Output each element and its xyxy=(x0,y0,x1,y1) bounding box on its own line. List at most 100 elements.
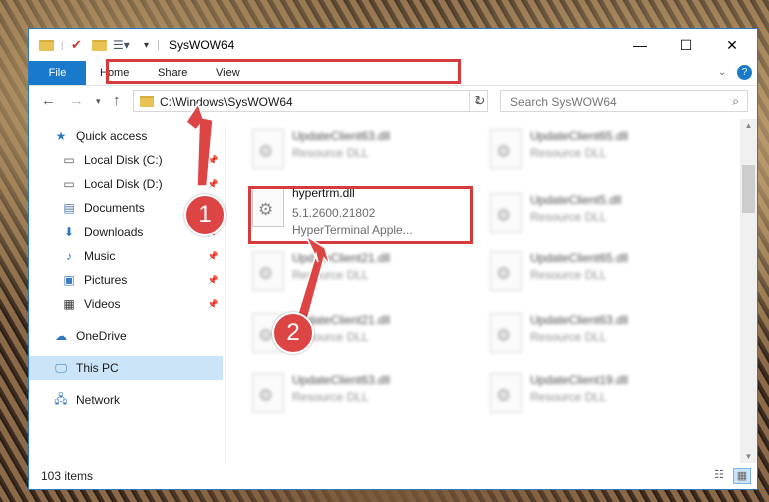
file-name: UpdateClient63.dll xyxy=(292,373,391,387)
list-item[interactable]: UpdateClient65.dll Resource DLL xyxy=(482,246,718,300)
list-item[interactable]: UpdateClient63.dll Resource DLL xyxy=(244,368,480,422)
pictures-icon: ▣ xyxy=(63,273,75,287)
separator-icon: | xyxy=(61,40,64,50)
file-name: UpdateClient65.dll xyxy=(530,251,629,265)
forward-arrow-icon[interactable]: → xyxy=(69,92,84,109)
file-type: Resource DLL xyxy=(530,390,607,404)
sidebar-item-label: Pictures xyxy=(84,273,128,287)
sidebar-item-pictures[interactable]: ▣ Pictures 📌 xyxy=(61,268,223,292)
file-type: Resource DLL xyxy=(292,390,369,404)
details-view-icon[interactable]: ☷ xyxy=(711,468,727,482)
search-placeholder: Search SysWOW64 xyxy=(510,95,617,109)
scroll-down-icon[interactable]: ▼ xyxy=(740,452,757,461)
list-item[interactable]: UpdateClient19.dll Resource DLL xyxy=(482,368,718,422)
chevron-down-icon[interactable]: ⌄ xyxy=(718,61,726,85)
tab-file[interactable]: File xyxy=(29,61,86,85)
dll-file-icon xyxy=(490,373,522,413)
address-path[interactable]: C:\Windows\SysWOW64 xyxy=(160,95,293,109)
help-icon[interactable]: ? xyxy=(737,65,752,80)
file-name: UpdateClient63.dll xyxy=(530,313,629,327)
drive-icon: ▭ xyxy=(63,177,75,191)
pin-icon[interactable]: 📌 xyxy=(208,275,219,286)
drive-icon: ▭ xyxy=(63,153,75,167)
documents-icon: ▤ xyxy=(63,201,75,215)
refresh-icon[interactable]: ↻ xyxy=(469,90,490,112)
network-icon: 🖧 xyxy=(54,391,68,406)
new-folder-icon[interactable] xyxy=(92,37,107,53)
sidebar-item-music[interactable]: ♪ Music 📌 xyxy=(61,244,223,268)
pin-icon[interactable]: 📌 xyxy=(208,179,219,190)
sidebar-item-label: Quick access xyxy=(76,129,148,143)
navigation-pane: ★ Quick access ▭ Local Disk (C:) 📌 ▭ Loc… xyxy=(29,124,225,463)
sidebar-item-onedrive[interactable]: ☁ OneDrive xyxy=(53,324,223,348)
dll-file-icon xyxy=(252,251,284,291)
sidebar-item-this-pc[interactable]: 🖵 This PC xyxy=(29,356,223,380)
item-count: 103 items xyxy=(41,469,94,483)
dll-file-icon xyxy=(490,193,522,233)
videos-icon: ▦ xyxy=(63,297,75,311)
list-item[interactable]: UpdateClient63.dll Resource DLL xyxy=(482,308,718,362)
sidebar-item-label: This PC xyxy=(76,361,119,375)
sidebar-item-local-disk-d[interactable]: ▭ Local Disk (D:) 📌 xyxy=(61,172,223,196)
pane-divider[interactable] xyxy=(225,124,226,463)
callout-badge-2: 2 xyxy=(272,312,314,354)
up-arrow-icon[interactable]: ↑ xyxy=(113,92,121,109)
file-name: UpdateClient5.dll xyxy=(530,193,622,207)
search-icon[interactable]: ⌕ xyxy=(732,94,739,109)
dll-file-icon xyxy=(490,129,522,169)
qat-dropdown-icon[interactable]: ▾ xyxy=(144,37,149,53)
scrollbar-thumb[interactable] xyxy=(742,165,755,213)
dll-file-icon xyxy=(490,313,522,353)
file-highlight-box xyxy=(248,186,473,244)
file-name: UpdateClient65.dll xyxy=(530,129,629,143)
dll-file-icon xyxy=(490,251,522,291)
sidebar-item-network[interactable]: 🖧 Network xyxy=(53,388,223,412)
maximize-button[interactable]: ☐ xyxy=(663,29,709,61)
properties-icon[interactable]: ✔ xyxy=(71,37,82,53)
file-list: UpdateClient63.dll Resource DLL UpdateCl… xyxy=(234,124,734,463)
music-icon: ♪ xyxy=(66,249,72,263)
sidebar-item-label: Documents xyxy=(84,201,145,215)
computer-icon: 🖵 xyxy=(55,360,67,375)
customize-toolbar-icon[interactable]: ☰▾ xyxy=(113,37,130,53)
status-bar: 103 items ☷ ▦ xyxy=(29,463,757,489)
recent-locations-icon[interactable]: ▾ xyxy=(96,96,101,107)
file-type: Resource DLL xyxy=(530,146,607,160)
address-highlight-box xyxy=(106,59,461,84)
file-type: Resource DLL xyxy=(292,268,369,282)
list-item[interactable]: UpdateClient63.dll Resource DLL xyxy=(244,124,480,178)
list-item[interactable]: UpdateClient65.dll Resource DLL xyxy=(482,124,718,178)
file-name: UpdateClient19.dll xyxy=(530,373,629,387)
navigation-bar: ← → ▾ ↑ C:\Windows\SysWOW64 ⌄ ↻ Search S… xyxy=(29,86,757,116)
file-type: Resource DLL xyxy=(530,210,607,224)
scroll-up-icon[interactable]: ▲ xyxy=(740,121,757,130)
downloads-icon: ⬇ xyxy=(63,225,75,239)
sidebar-item-label: Local Disk (C:) xyxy=(84,153,163,167)
pin-icon[interactable]: 📌 xyxy=(208,299,219,310)
dll-file-icon xyxy=(252,373,284,413)
window-title: SysWOW64 xyxy=(169,38,235,52)
folder-icon xyxy=(140,96,154,107)
file-explorer-window: | ✔ ☰▾ ▾ | SysWOW64 — ☐ ✕ File Home Shar… xyxy=(28,28,758,490)
back-arrow-icon[interactable]: ← xyxy=(41,92,56,109)
cloud-icon: ☁ xyxy=(55,329,67,343)
minimize-button[interactable]: — xyxy=(617,29,663,61)
search-input[interactable]: Search SysWOW64 ⌕ xyxy=(500,90,748,112)
tiles-view-icon[interactable]: ▦ xyxy=(733,468,751,484)
list-item[interactable]: UpdateClient5.dll Resource DLL xyxy=(482,188,718,242)
sidebar-item-quick-access[interactable]: ★ Quick access xyxy=(53,124,247,148)
address-bar[interactable]: C:\Windows\SysWOW64 ⌄ xyxy=(133,90,488,112)
sidebar-item-label: Network xyxy=(76,393,121,407)
sidebar-item-local-disk-c[interactable]: ▭ Local Disk (C:) 📌 xyxy=(61,148,223,172)
vertical-scrollbar[interactable]: ▲ ▼ xyxy=(740,119,757,463)
folder-icon xyxy=(39,37,54,53)
file-type: Resource DLL xyxy=(292,146,369,160)
file-name: UpdateClient63.dll xyxy=(292,129,391,143)
sidebar-item-label: Local Disk (D:) xyxy=(84,177,163,191)
close-button[interactable]: ✕ xyxy=(709,29,755,61)
star-icon: ★ xyxy=(55,129,67,143)
list-item[interactable]: UpdateClient21.dll Resource DLL xyxy=(244,246,480,300)
pin-icon[interactable]: 📌 xyxy=(208,155,219,166)
pin-icon[interactable]: 📌 xyxy=(208,251,219,262)
sidebar-item-videos[interactable]: ▦ Videos 📌 xyxy=(61,292,223,316)
